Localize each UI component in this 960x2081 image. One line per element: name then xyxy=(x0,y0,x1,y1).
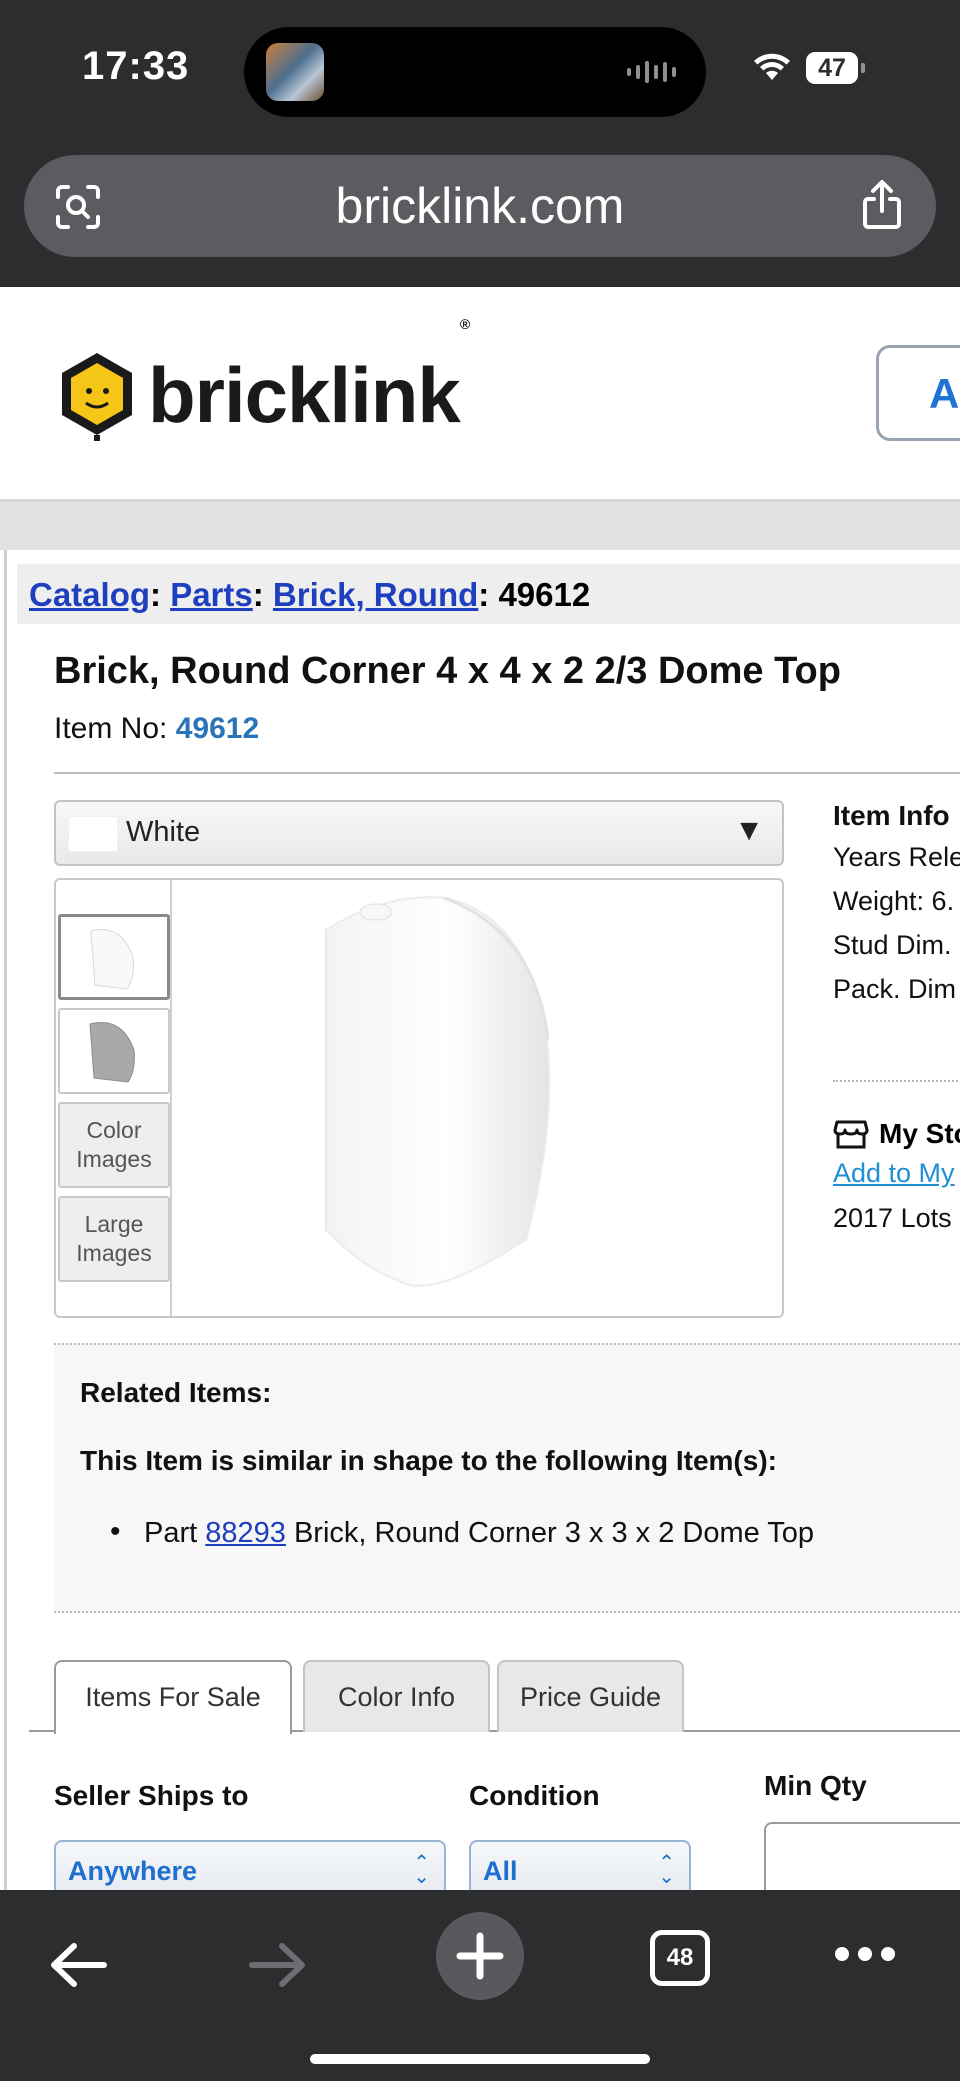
seller-ships-label: Seller Ships to xyxy=(54,1780,249,1811)
item-info-pack-dim: Pack. Dim xyxy=(833,974,957,1004)
divider xyxy=(54,772,960,774)
image-panel: Color Images Large Images xyxy=(54,878,784,1318)
thumbnail-alt[interactable] xyxy=(58,1008,170,1094)
color-swatch xyxy=(68,816,118,852)
thumbnail-main[interactable] xyxy=(58,914,170,1000)
dome-brick-gray-thumb-icon xyxy=(89,1022,135,1083)
related-items: Related Items: This Item is similar in s… xyxy=(54,1343,960,1613)
forward-arrow-icon[interactable] xyxy=(248,1940,308,1990)
web-page: bricklink® Al Catalog: Parts: Brick, Rou… xyxy=(0,287,960,1890)
status-time: 17:33 xyxy=(82,44,190,88)
audio-wave-icon xyxy=(627,59,676,85)
header-button[interactable]: Al xyxy=(876,345,960,441)
item-info-stud-dim: Stud Dim. xyxy=(833,930,952,960)
catalog-item-content: Catalog: Parts: Brick, Round: 49612 Bric… xyxy=(4,550,960,1890)
related-items-subheading: This Item is similar in shape to the fol… xyxy=(80,1445,777,1476)
my-store-section: My Sto Add to My 2017 Lots I xyxy=(833,1118,960,1234)
more-icon[interactable] xyxy=(834,1946,896,1962)
color-dropdown[interactable]: White ▼ xyxy=(54,800,784,866)
store-heading: My Sto xyxy=(833,1118,960,1150)
breadcrumb-category[interactable]: Brick, Round xyxy=(273,576,478,613)
breadcrumb-current: 49612 xyxy=(498,576,591,613)
tab-color-info[interactable]: Color Info xyxy=(303,1660,490,1732)
address-bar[interactable]: bricklink.com xyxy=(24,155,936,257)
site-header: bricklink® Al xyxy=(0,287,960,502)
dropdown-arrow-icon: ▼ xyxy=(734,814,764,847)
browser-toolbar: 48 xyxy=(0,1890,960,2081)
seller-ships-select[interactable]: Anywhere ⌃ ⌄ xyxy=(54,1840,446,1890)
breadcrumb-catalog[interactable]: Catalog xyxy=(29,576,150,613)
plus-icon xyxy=(456,1932,504,1980)
bricklink-logo[interactable]: bricklink® xyxy=(56,315,470,441)
item-info-weight: Weight: 6. xyxy=(833,886,955,916)
tab-price-guide[interactable]: Price Guide xyxy=(497,1660,684,1732)
now-playing-artwork xyxy=(266,43,324,101)
color-images-button[interactable]: Color Images xyxy=(58,1102,170,1188)
select-chevrons-icon: ⌃ ⌄ xyxy=(658,1852,675,1888)
item-number: Item No: 49612 xyxy=(54,712,260,745)
item-info: Item Info Years Rele Weight: 6. Stud Dim… xyxy=(833,800,960,1018)
store-icon xyxy=(833,1120,869,1149)
list-item: Part 88293 Brick, Round Corner 3 x 3 x 2… xyxy=(110,1515,814,1550)
breadcrumb-parts[interactable]: Parts xyxy=(170,576,253,613)
wifi-icon xyxy=(754,53,790,80)
new-tab-button[interactable] xyxy=(436,1912,524,2000)
large-images-button[interactable]: Large Images xyxy=(58,1196,170,1282)
tab-items-for-sale[interactable]: Items For Sale xyxy=(54,1660,292,1734)
home-indicator xyxy=(310,2054,650,2064)
divider xyxy=(833,1080,960,1082)
back-arrow-icon[interactable] xyxy=(48,1940,108,1990)
store-lots-count: 2017 Lots I xyxy=(833,1203,960,1233)
min-qty-input[interactable] xyxy=(764,1822,960,1890)
dynamic-island[interactable] xyxy=(244,27,706,117)
url-text[interactable]: bricklink.com xyxy=(24,177,936,235)
related-part-link[interactable]: 88293 xyxy=(205,1517,286,1549)
part-image[interactable] xyxy=(176,880,782,1316)
breadcrumb: Catalog: Parts: Brick, Round: 49612 xyxy=(17,564,960,624)
dome-brick-thumb-icon xyxy=(90,929,134,990)
thumbnail-column: Color Images Large Images xyxy=(56,880,172,1316)
condition-label: Condition xyxy=(469,1780,600,1811)
battery-indicator: 47 xyxy=(806,52,865,84)
tabs-button[interactable]: 48 xyxy=(650,1930,710,1986)
bricklink-logo-icon xyxy=(62,353,132,441)
color-dropdown-value: White xyxy=(126,816,201,848)
share-icon[interactable] xyxy=(858,179,906,231)
header-spacer xyxy=(0,502,960,550)
condition-select[interactable]: All ⌃ ⌄ xyxy=(469,1840,691,1890)
browser-chrome-top: 17:33 47 bricklink.com xyxy=(0,0,960,287)
page-title: Brick, Round Corner 4 x 4 x 2 2/3 Dome T… xyxy=(54,650,841,692)
related-items-heading: Related Items: xyxy=(80,1377,272,1408)
logo-wordmark: bricklink® xyxy=(148,315,470,439)
add-to-my-store-link[interactable]: Add to My xyxy=(833,1158,960,1189)
item-info-heading: Item Info xyxy=(833,800,950,831)
item-info-years: Years Rele xyxy=(833,842,960,872)
min-qty-label: Min Qty xyxy=(764,1770,867,1801)
select-chevrons-icon: ⌃ ⌄ xyxy=(413,1852,430,1888)
